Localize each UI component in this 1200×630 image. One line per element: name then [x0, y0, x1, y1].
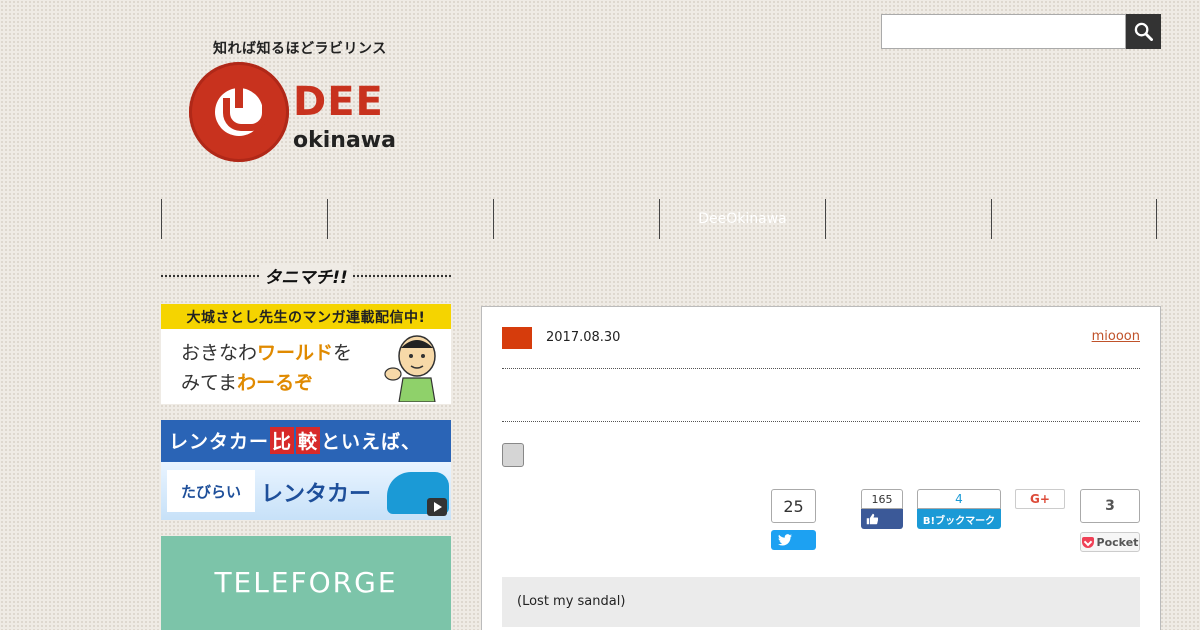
divider [502, 421, 1140, 422]
pocket-count: 3 [1080, 489, 1140, 523]
hatena-bookmark-button[interactable]: B!ブックマーク [917, 509, 1001, 529]
nav-item-3[interactable] [493, 199, 659, 239]
nav-item-1[interactable] [161, 199, 327, 239]
thumbs-up-icon [866, 513, 878, 525]
site-logo[interactable]: 知れば知るほどラビリンス DEE okinawa [185, 38, 425, 168]
sidebar-heading: タニマチ!! [161, 262, 451, 288]
pocket-label: Pocket [1096, 535, 1139, 549]
author-link[interactable]: miooon [1092, 329, 1140, 344]
nav-item-deeokinawa[interactable]: DeeOkinawa [659, 199, 825, 239]
search-icon [1134, 22, 1153, 41]
twitter-icon [778, 534, 792, 546]
search-input[interactable] [881, 14, 1126, 49]
hatena-count: 4 [917, 489, 1001, 509]
search-form [881, 14, 1161, 49]
logo-main-text: DEE [293, 79, 384, 125]
facebook-share: 165 [861, 489, 903, 529]
twitter-count: 25 [771, 489, 816, 523]
twitter-share: 25 [771, 489, 816, 550]
article-date: 2017.08.30 [546, 330, 621, 345]
pocket-share: 3 Pocket [1080, 489, 1140, 552]
facebook-count: 165 [861, 489, 903, 509]
sidebar-heading-text: タニマチ!! [260, 262, 352, 288]
sidebar: タニマチ!! 大城さとし先生のマンガ連載配信中! おきなわワールドを みてまわー… [161, 262, 451, 630]
main-nav: DeeOkinawa [161, 199, 1157, 239]
banner-manga-title: 大城さとし先生のマンガ連載配信中! [161, 304, 451, 329]
banner-rentacar[interactable]: レンタカー比較といえば、 たびらい レンタカー [161, 420, 451, 520]
banner-teleforge-text: TELEFORGE [214, 566, 398, 599]
small-button[interactable] [502, 443, 524, 467]
banner-manga-line1: おきなわワールドを [181, 342, 353, 364]
cartoon-character-icon [384, 335, 436, 402]
site-tagline: 知れば知るほどラビリンス [213, 41, 387, 57]
article-card: 2017.08.30 miooon 25 165 4 B!ブックマーク G+ 3… [481, 306, 1161, 630]
facebook-like-button[interactable] [861, 509, 903, 529]
logo-mark-icon [189, 62, 289, 162]
nav-item-5[interactable] [825, 199, 991, 239]
banner-manga-line2: みてまわーるぞ [181, 372, 314, 394]
search-button[interactable] [1126, 14, 1161, 49]
banner-rentacar-title: レンタカー比較といえば、 [161, 420, 451, 460]
logo-sub-text: okinawa [293, 128, 396, 153]
pocket-icon [1081, 536, 1094, 548]
banner-manga[interactable]: 大城さとし先生のマンガ連載配信中! おきなわワールドを みてまわーるぞ [161, 304, 451, 404]
nav-item-6[interactable] [991, 199, 1157, 239]
nav-item-2[interactable] [327, 199, 493, 239]
banner-rentacar-brand: たびらい [167, 470, 255, 512]
hatena-share: 4 B!ブックマーク [917, 489, 1001, 529]
banner-teleforge[interactable]: TELEFORGE [161, 536, 451, 630]
play-icon [427, 498, 447, 516]
twitter-share-button[interactable] [771, 530, 816, 550]
article-quote: (Lost my sandal) [502, 577, 1140, 627]
category-badge[interactable] [502, 327, 532, 349]
banner-rentacar-name: レンタカー [261, 482, 372, 507]
gplus-share-button[interactable]: G+ [1015, 489, 1065, 509]
divider [502, 368, 1140, 369]
pocket-button[interactable]: Pocket [1080, 532, 1140, 552]
